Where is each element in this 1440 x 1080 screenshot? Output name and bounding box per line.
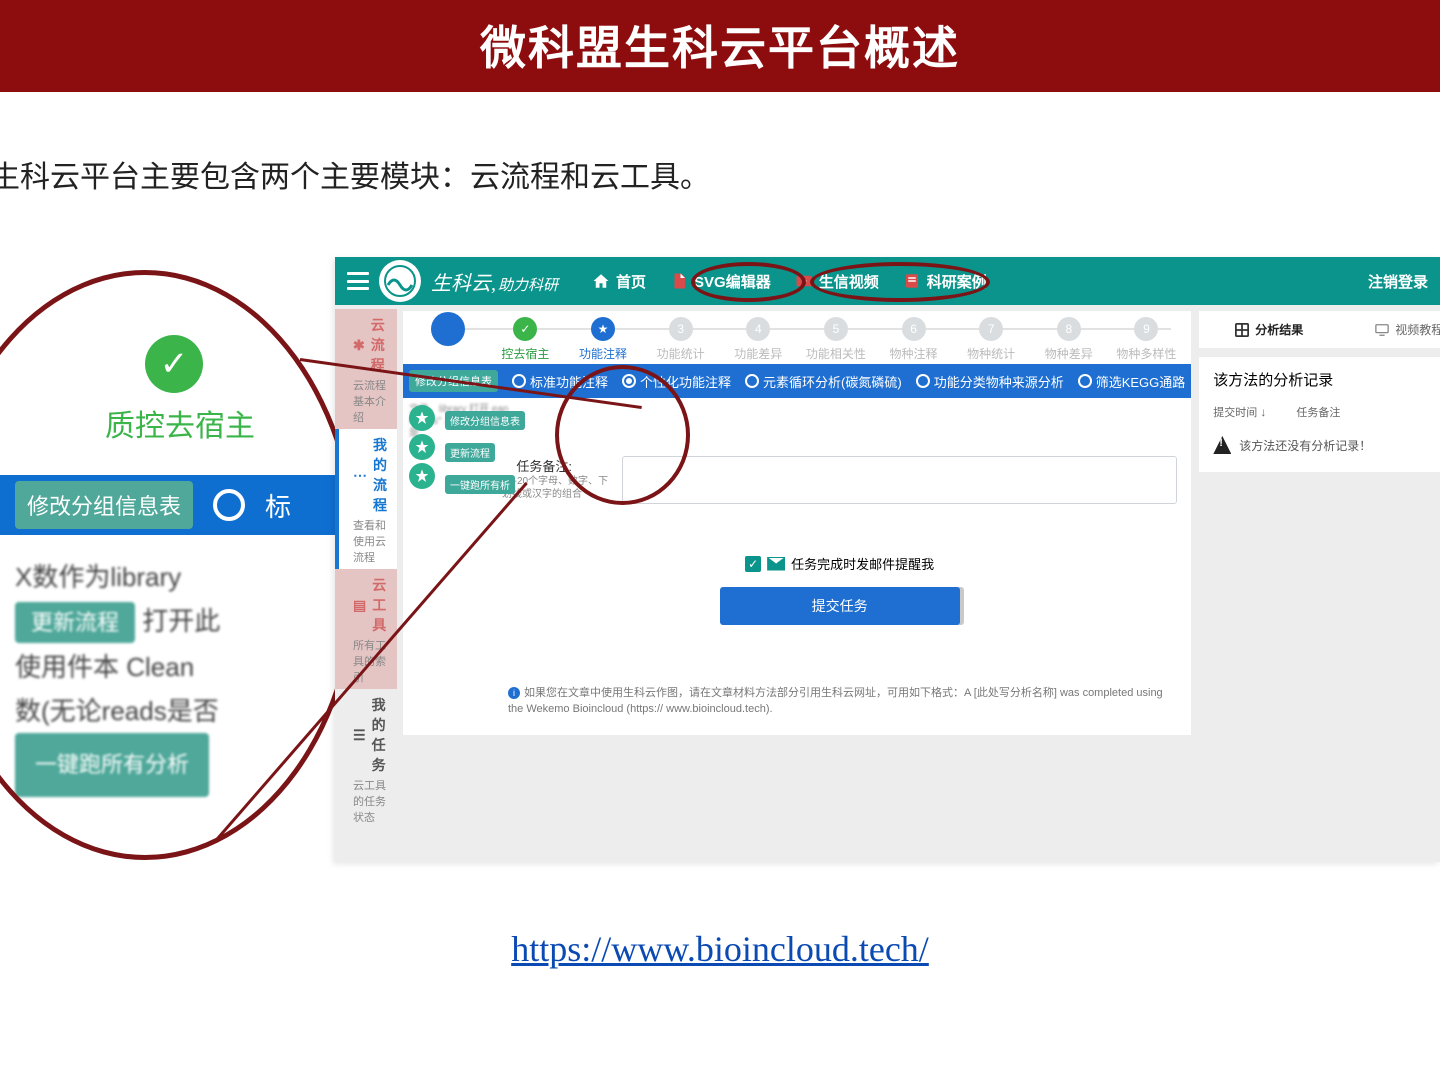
options-row: 修改分组信息表标准功能注释个性化功能注释元素循环分析(碳氮磷硫)功能分类物种来源… — [403, 364, 1191, 398]
task-note-input[interactable] — [622, 456, 1177, 504]
zoom-blur-text: X数作为library 更新流程 打开此 使用件本 Clean 数(无论read… — [15, 555, 355, 797]
archive-icon: ▤ — [353, 598, 366, 612]
slide-intro: 生科云平台主要包含两个主要模块：云流程和云工具。 — [0, 152, 1440, 196]
nav-svg-editor[interactable]: SVG编辑器 — [658, 265, 783, 298]
snowflake-icon: ✱ — [353, 338, 365, 352]
step-2[interactable]: ★功能注释 — [564, 317, 642, 362]
main-area: ✓控去宿主★功能注释3功能统计4功能差异5功能相关性6物种注释7物种统计8物种差… — [397, 305, 1440, 862]
task-note-label: 任务备注: — [502, 456, 572, 475]
radio-icon — [916, 374, 930, 388]
update-flow-button[interactable]: 更新流程 — [15, 602, 135, 643]
zoom-step-label: 质控去宿主 — [105, 401, 355, 445]
star-icon[interactable] — [409, 434, 435, 460]
slide-title: 微科盟生科云平台概述 — [0, 0, 1440, 92]
step-8[interactable]: 8物种差异 — [1030, 317, 1108, 362]
menu-icon[interactable] — [347, 272, 369, 290]
nav-cases[interactable]: 科研案例 — [891, 265, 999, 298]
warning-icon — [1213, 436, 1231, 454]
star-icon[interactable] — [409, 405, 435, 431]
zoom-options-band: 修改分组信息表 标 — [0, 475, 355, 535]
no-records-row: 该方法还没有分析记录！ — [1213, 436, 1440, 454]
radio-icon[interactable] — [213, 489, 245, 521]
sidebar-item-tasks[interactable]: ☰我的任务 云工具的任务状态 — [335, 689, 397, 829]
nav-home[interactable]: 首页 — [580, 265, 658, 298]
tab-video[interactable]: 视频教程 — [1339, 311, 1440, 348]
app-header: 生科云,助力科研 首页 SVG编辑器 生信视频 科研案例 注销登录 — [335, 257, 1440, 305]
step-0[interactable] — [409, 317, 487, 350]
mail-icon — [767, 557, 785, 571]
step-1[interactable]: ✓控去宿主 — [487, 317, 565, 362]
platform-url-link[interactable]: https://www.bioincloud.tech/ — [511, 929, 929, 969]
footer-link: https://www.bioincloud.tech/ — [0, 928, 1440, 970]
records-title: 该方法的分析记录 — [1213, 369, 1440, 390]
check-icon: ✓ — [145, 335, 203, 393]
tab-results[interactable]: 分析结果 — [1199, 311, 1339, 348]
grid-icon — [1235, 323, 1249, 337]
col-submit-time[interactable]: 提交时间 ↓ — [1213, 404, 1266, 420]
results-tabs-panel: 分析结果 视频教程 — [1199, 311, 1440, 349]
list-icon: ☰ — [353, 728, 366, 742]
step-6[interactable]: 6物种注释 — [875, 317, 953, 362]
step-7[interactable]: 7物种统计 — [952, 317, 1030, 362]
citation-note: i如果您在文章中使用生科云作图，请在文章材料方法部分引用生科云网址，可用如下格式… — [502, 685, 1177, 727]
option-3[interactable]: 功能分类物种来源分析 — [916, 372, 1064, 391]
logo-icon[interactable] — [379, 260, 421, 302]
radio-icon — [1078, 374, 1092, 388]
update-flow-pill[interactable]: 更新流程 — [445, 443, 495, 462]
radio-icon — [745, 374, 759, 388]
radio-icon — [512, 374, 526, 388]
video-icon — [795, 272, 813, 290]
info-icon: i — [508, 687, 520, 699]
modify-group-button[interactable]: 修改分组信息表 — [15, 481, 193, 529]
option-2[interactable]: 元素循环分析(碳氮磷硫) — [745, 372, 902, 391]
app-window: 生科云,助力科研 首页 SVG编辑器 生信视频 科研案例 注销登录 — [335, 257, 1440, 862]
run-all-button[interactable]: 一键跑所有分析 — [15, 733, 209, 797]
submit-task-button[interactable]: 提交任务 — [720, 587, 960, 625]
checkbox-icon[interactable]: ✓ — [745, 556, 761, 572]
step-4[interactable]: 4功能差异 — [720, 317, 798, 362]
step-bar: ✓控去宿主★功能注释3功能统计4功能差异5功能相关性6物种注释7物种统计8物种差… — [403, 311, 1191, 364]
star-icon[interactable] — [409, 463, 435, 489]
step-5[interactable]: 5功能相关性 — [797, 317, 875, 362]
home-icon — [592, 272, 610, 290]
step-3[interactable]: 3功能统计 — [642, 317, 720, 362]
sidebar-item-tools[interactable]: ▤云工具 所有工具的索引 — [335, 569, 397, 689]
doc-icon — [903, 272, 921, 290]
star-actions: 文件、library 打开 ean Reads" 总数（无论reads是 修改分… — [403, 398, 498, 727]
dots-icon: ⋯ — [353, 468, 367, 482]
sort-down-icon: ↓ — [1260, 405, 1266, 419]
task-form: 任务备注: ●0-20个字母、数字、下划线或汉字的组合 ✓ 任务完成时发邮件提醒… — [498, 398, 1191, 727]
run-all-pill[interactable]: 一键跑所有析 — [445, 475, 515, 494]
records-panel: 该方法的分析记录 提交时间 ↓ 任务备注 该方法还没有分析记录！ — [1199, 357, 1440, 472]
option-0[interactable]: 标准功能注释 — [512, 372, 608, 391]
monitor-icon — [1375, 323, 1389, 337]
sidebar: ✱云流程 云流程基本介绍 ⋯我的流程 查看和使用云流程 ▤云工具 所有工具的索引… — [335, 305, 397, 862]
step-9[interactable]: 9物种多样性 — [1108, 317, 1186, 362]
col-task-note[interactable]: 任务备注 — [1296, 404, 1340, 420]
file-icon — [670, 272, 688, 290]
radio-icon — [622, 374, 636, 388]
brand-text: 生科云,助力科研 — [431, 267, 558, 296]
option-4[interactable]: 筛选KEGG通路 — [1078, 372, 1186, 391]
zoom-radio-partial: 标 — [265, 487, 291, 524]
email-reminder-row[interactable]: ✓ 任务完成时发邮件提醒我 — [502, 554, 1177, 573]
modify-group-pill[interactable]: 修改分组信息表 — [445, 411, 525, 430]
sidebar-item-myflow[interactable]: ⋯我的流程 查看和使用云流程 — [335, 429, 397, 569]
option-1[interactable]: 个性化功能注释 — [622, 372, 731, 391]
nav-video[interactable]: 生信视频 — [783, 265, 891, 298]
logout-link[interactable]: 注销登录 — [1368, 271, 1428, 292]
